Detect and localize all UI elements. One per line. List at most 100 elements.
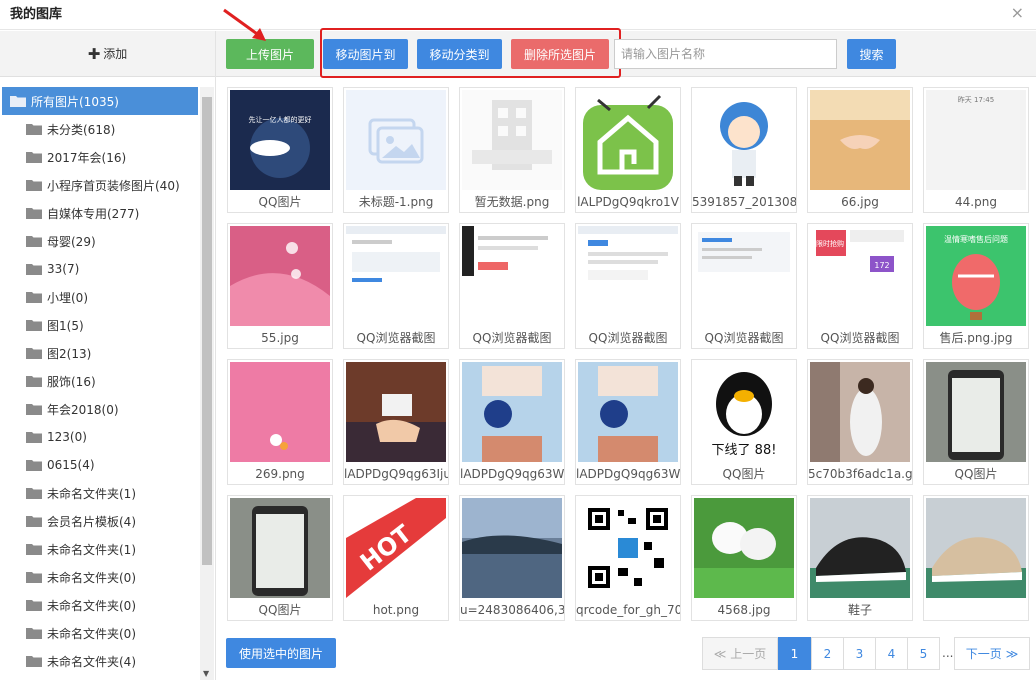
image-caption: QQ浏览器截图 (356, 331, 436, 345)
category-item[interactable]: 未分类(618) (2, 115, 198, 143)
category-item[interactable]: 0615(4) (2, 451, 198, 479)
image-caption: 269.png (255, 467, 305, 481)
image-name-search-input[interactable] (614, 39, 837, 69)
category-all-images[interactable]: 所有图片(1035) (2, 87, 198, 115)
dialog-titlebar: 我的图库 × (0, 0, 1036, 30)
image-card[interactable]: 5c70b3f6adc1a.gi (807, 359, 913, 485)
image-card[interactable]: QQ浏览器截图 (343, 223, 449, 349)
category-item[interactable]: 母婴(29) (2, 227, 198, 255)
folder-icon (26, 487, 42, 499)
image-card[interactable]: lADPDgQ9qg63W (575, 359, 681, 485)
category-item[interactable]: 2017年会(16) (2, 143, 198, 171)
image-caption: 5c70b3f6adc1a.gi (808, 467, 912, 481)
category-label: 未命名文件夹(0) (47, 570, 136, 585)
category-item[interactable]: 123(0) (2, 423, 198, 451)
category-item[interactable]: 未命名文件夹(1) (2, 479, 198, 507)
image-card[interactable]: 暂无数据.png (459, 87, 565, 213)
image-library-dialog: 我的图库 × ✚ 添加 所有图片(1035) 未分类(618) 2017年会(16)… (0, 0, 1036, 680)
image-thumbnail (346, 226, 446, 326)
add-category-button[interactable]: ✚ 添加 (0, 31, 215, 77)
search-button[interactable]: 搜索 (847, 39, 896, 69)
page-button-4[interactable]: 4 (875, 637, 908, 670)
image-thumbnail (810, 362, 910, 462)
image-card[interactable]: 4568.jpg (691, 495, 797, 621)
dialog-title: 我的图库 (10, 7, 63, 22)
svg-text:温情寒嗜售后问题: 温情寒嗜售后问题 (944, 234, 1008, 244)
category-item[interactable]: 未命名文件夹(0) (2, 619, 198, 647)
image-thumbnail: HOT (346, 498, 446, 598)
highlight-box (320, 28, 621, 78)
category-item[interactable]: 小程序首页装修图片(40) (2, 171, 198, 199)
image-card[interactable]: 55.jpg (227, 223, 333, 349)
category-item[interactable]: 33(7) (2, 255, 198, 283)
image-card[interactable]: 温情寒嗜售后问题 售后.png.jpg (923, 223, 1029, 349)
image-card[interactable]: HOT hot.png (343, 495, 449, 621)
category-item[interactable]: 年会2018(0) (2, 395, 198, 423)
category-label: 123(0) (47, 430, 87, 444)
folder-icon (26, 431, 42, 443)
image-thumbnail (578, 226, 678, 326)
image-card[interactable]: QQ浏览器截图 (459, 223, 565, 349)
folder-icon (26, 543, 42, 555)
image-caption: QQ浏览器截图 (588, 331, 668, 345)
image-card[interactable]: QQ浏览器截图 (691, 223, 797, 349)
category-label: 服饰(16) (47, 374, 96, 389)
category-item[interactable]: 自媒体专用(277) (2, 199, 198, 227)
prev-page-button[interactable]: ≪ 上一页 (702, 637, 778, 670)
image-card[interactable]: 下线了 88! QQ图片 (691, 359, 797, 485)
image-card[interactable]: 先让一亿人都的更好 QQ图片 (227, 87, 333, 213)
image-card[interactable]: 未标题-1.png (343, 87, 449, 213)
sidebar-scrollbar[interactable]: ▼ (200, 87, 214, 680)
category-item[interactable]: 未命名文件夹(0) (2, 563, 198, 591)
image-card[interactable]: lADPDgQ9qg63W (459, 359, 565, 485)
category-tree: 所有图片(1035) 未分类(618) 2017年会(16) 小程序首页装修图片(40… (2, 87, 198, 675)
image-thumbnail: 昨天 17:45 (926, 90, 1026, 190)
image-card[interactable]: 269.png (227, 359, 333, 485)
image-card[interactable]: 66.jpg (807, 87, 913, 213)
page-button-2[interactable]: 2 (811, 637, 844, 670)
image-thumbnail (230, 362, 330, 462)
page-button-5[interactable]: 5 (907, 637, 940, 670)
image-card[interactable]: lALPDgQ9qkro1V (575, 87, 681, 213)
close-icon[interactable]: × (1011, 3, 1024, 22)
category-item[interactable]: 未命名文件夹(1) (2, 535, 198, 563)
page-button-1[interactable]: 1 (778, 637, 811, 670)
image-thumbnail (578, 362, 678, 462)
use-selected-image-button[interactable]: 使用选中的图片 (226, 638, 336, 668)
folder-icon (26, 207, 42, 219)
image-card[interactable]: 5391857_2013080 (691, 87, 797, 213)
folder-icon (26, 627, 42, 639)
image-caption: lADPDgQ9qg63W (576, 467, 680, 481)
image-card[interactable]: qrcode_for_gh_70 (575, 495, 681, 621)
image-card[interactable]: lADPDgQ9qg63Iju (343, 359, 449, 485)
image-card[interactable]: QQ浏览器截图 (575, 223, 681, 349)
sidebar-scroll-thumb[interactable] (202, 97, 212, 565)
category-label: 2017年会(16) (47, 150, 127, 165)
image-thumbnail (810, 90, 910, 190)
image-card[interactable]: 鞋子 (807, 495, 913, 621)
image-card[interactable]: 172 限时抢购 QQ浏览器截图 (807, 223, 913, 349)
category-item[interactable]: 图2(13) (2, 339, 198, 367)
image-card[interactable]: 昨天 17:45 44.png (923, 87, 1029, 213)
category-item[interactable]: 未命名文件夹(4) (2, 647, 198, 675)
image-caption: lADPDgQ9qg63Iju (344, 467, 448, 481)
image-card[interactable] (923, 495, 1029, 621)
image-card[interactable]: QQ图片 (923, 359, 1029, 485)
next-page-button[interactable]: 下一页 ≫ (954, 637, 1030, 670)
image-card[interactable]: u=2483086406,30 (459, 495, 565, 621)
image-caption: QQ图片 (258, 603, 302, 617)
category-item[interactable]: 小埋(0) (2, 283, 198, 311)
image-caption: QQ图片 (722, 467, 766, 481)
folder-icon (26, 179, 42, 191)
folder-icon (26, 319, 42, 331)
category-item[interactable]: 未命名文件夹(0) (2, 591, 198, 619)
image-caption: 未标题-1.png (358, 195, 434, 209)
category-item[interactable]: 图1(5) (2, 311, 198, 339)
image-card[interactable]: QQ图片 (227, 495, 333, 621)
category-item[interactable]: 会员名片模板(4) (2, 507, 198, 535)
image-caption: 44.png (955, 195, 997, 209)
scroll-down-icon[interactable]: ▼ (203, 669, 209, 678)
image-thumbnail (694, 90, 794, 190)
category-item[interactable]: 服饰(16) (2, 367, 198, 395)
page-button-3[interactable]: 3 (843, 637, 876, 670)
